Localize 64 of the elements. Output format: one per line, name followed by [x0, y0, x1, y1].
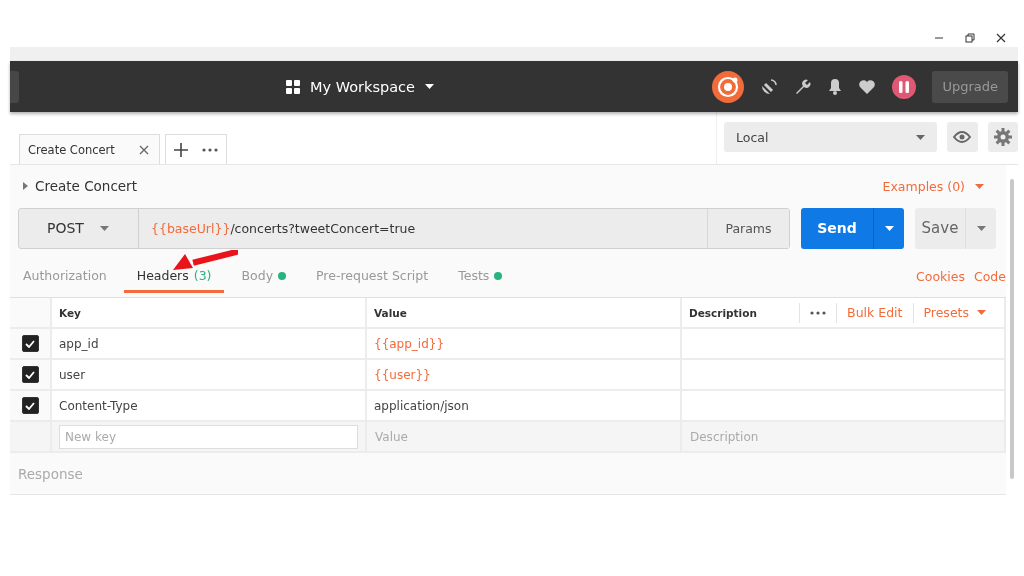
close-icon[interactable] [138, 144, 149, 155]
request-name-toggle[interactable]: Create Concert [23, 178, 137, 194]
table-cell: application/json [367, 391, 682, 420]
section-tab[interactable]: Body [228, 268, 300, 293]
heart-icon[interactable] [858, 78, 877, 95]
checkbox[interactable] [21, 335, 39, 352]
workspace-switcher[interactable]: My Workspace [286, 78, 434, 95]
status-dot [494, 271, 503, 280]
check-icon [25, 370, 35, 379]
response-label: Response [18, 465, 83, 482]
status-dot [278, 271, 287, 280]
examples-dropdown[interactable]: Examples (0) [882, 178, 984, 194]
close-icon[interactable] [996, 33, 1006, 43]
presets-dropdown[interactable]: Presets [912, 302, 996, 323]
column-header: Key [52, 298, 367, 327]
sidebar-toggle[interactable] [10, 70, 19, 103]
grid-icon [286, 79, 300, 94]
more-icon[interactable] [201, 147, 218, 152]
section-tab[interactable]: Authorization [10, 268, 120, 293]
send-options-button[interactable] [873, 207, 904, 249]
scrollbar[interactable] [1010, 179, 1014, 479]
table-cell: app_id [52, 329, 367, 358]
column-header: Value [367, 298, 682, 327]
wrench-icon[interactable] [794, 77, 813, 96]
caret-icon [977, 310, 986, 315]
link[interactable]: Cookies [916, 269, 965, 284]
upgrade-button[interactable]: Upgrade [932, 70, 1008, 103]
bell-icon[interactable] [828, 78, 843, 95]
request-tab[interactable]: Create Concert [19, 134, 160, 164]
table-cell: {{user}} [367, 360, 682, 389]
table-cell: user [52, 360, 367, 389]
key-input[interactable]: New key [59, 424, 358, 449]
caret-icon [976, 225, 986, 231]
table-cell: Content-Type [52, 391, 367, 420]
caret-icon [424, 84, 434, 89]
satellite-icon[interactable] [760, 77, 779, 96]
avatar-icon[interactable] [892, 74, 917, 99]
settings-icon [993, 128, 1012, 146]
checkbox[interactable] [21, 366, 39, 383]
caret-icon [884, 225, 894, 231]
check-icon [25, 339, 35, 348]
eye-icon [953, 131, 972, 143]
environment-dropdown[interactable]: Local [724, 122, 938, 152]
triangle-icon [23, 182, 28, 190]
description-input[interactable]: Description [682, 422, 1004, 451]
checkbox[interactable] [21, 397, 39, 414]
send-button[interactable]: Send [801, 207, 873, 249]
restore-icon[interactable] [965, 33, 975, 43]
section-tab[interactable]: Tests [445, 268, 516, 293]
table-cell: {{app_id}} [367, 329, 682, 358]
save-button[interactable]: Save [915, 207, 965, 249]
bulk-edit-link[interactable]: Bulk Edit [836, 302, 913, 323]
pointer-arrow [172, 250, 238, 272]
eye-button[interactable] [947, 122, 978, 152]
plus-icon[interactable] [173, 142, 188, 157]
sync-icon[interactable] [712, 70, 745, 103]
caret-icon [916, 134, 926, 140]
check-icon [25, 401, 35, 410]
section-tab[interactable]: Pre-request Script [303, 268, 442, 293]
value-input[interactable]: Value [367, 422, 680, 451]
settings-button[interactable] [987, 122, 1018, 152]
column-header: Description [689, 306, 757, 319]
link[interactable]: Code [974, 269, 1006, 284]
caret-icon [975, 183, 984, 189]
